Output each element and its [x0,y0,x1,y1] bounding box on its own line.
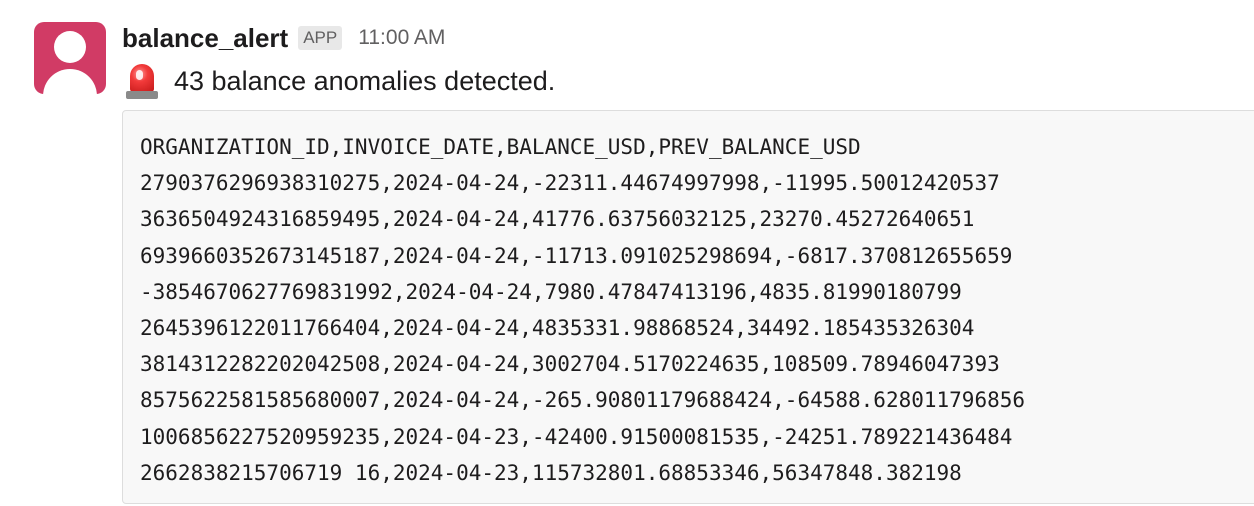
csv-row: 2662838215706719 16,2024-04-23,115732801… [140,460,962,485]
message-text-label: 43 balance anomalies detected. [174,65,556,96]
csv-header-line: ORGANIZATION_ID,INVOICE_DATE,BALANCE_USD… [140,135,861,159]
rotating-light-icon [124,61,160,101]
avatar-head [54,31,86,63]
csv-row: -3854670627769831992,2024-04-24,7980.478… [140,279,962,304]
timestamp[interactable]: 11:00 AM [358,26,445,50]
csv-row: 8575622581585680007,2024-04-24,-265.9080… [140,388,1026,413]
csv-row: 2645396122011766404,2024-04-24,4835331.9… [140,316,975,341]
app-badge: APP [298,26,343,50]
csv-row: 3814312282202042508,2024-04-24,3002704.5… [140,352,1000,377]
avatar-shoulders [43,69,97,94]
message-header: balance_alert APP 11:00 AM [122,20,445,56]
csv-row: 1006856227520959235,2024-04-23,-42400.91… [140,424,1013,449]
csv-row: 2790376296938310275,2024-04-24,-22311.44… [140,171,1000,196]
message-container: balance_alert APP 11:00 AM 43 balance an… [0,0,1254,506]
sender-name[interactable]: balance_alert [122,23,288,54]
message-text: 43 balance anomalies detected. [124,60,555,102]
avatar[interactable] [34,22,106,94]
code-block: ORGANIZATION_ID,INVOICE_DATE,BALANCE_USD… [122,110,1254,504]
csv-row: 3636504924316859495,2024-04-24,41776.637… [140,207,975,232]
csv-row: 6939660352673145187,2024-04-24,-11713.09… [140,243,1013,268]
